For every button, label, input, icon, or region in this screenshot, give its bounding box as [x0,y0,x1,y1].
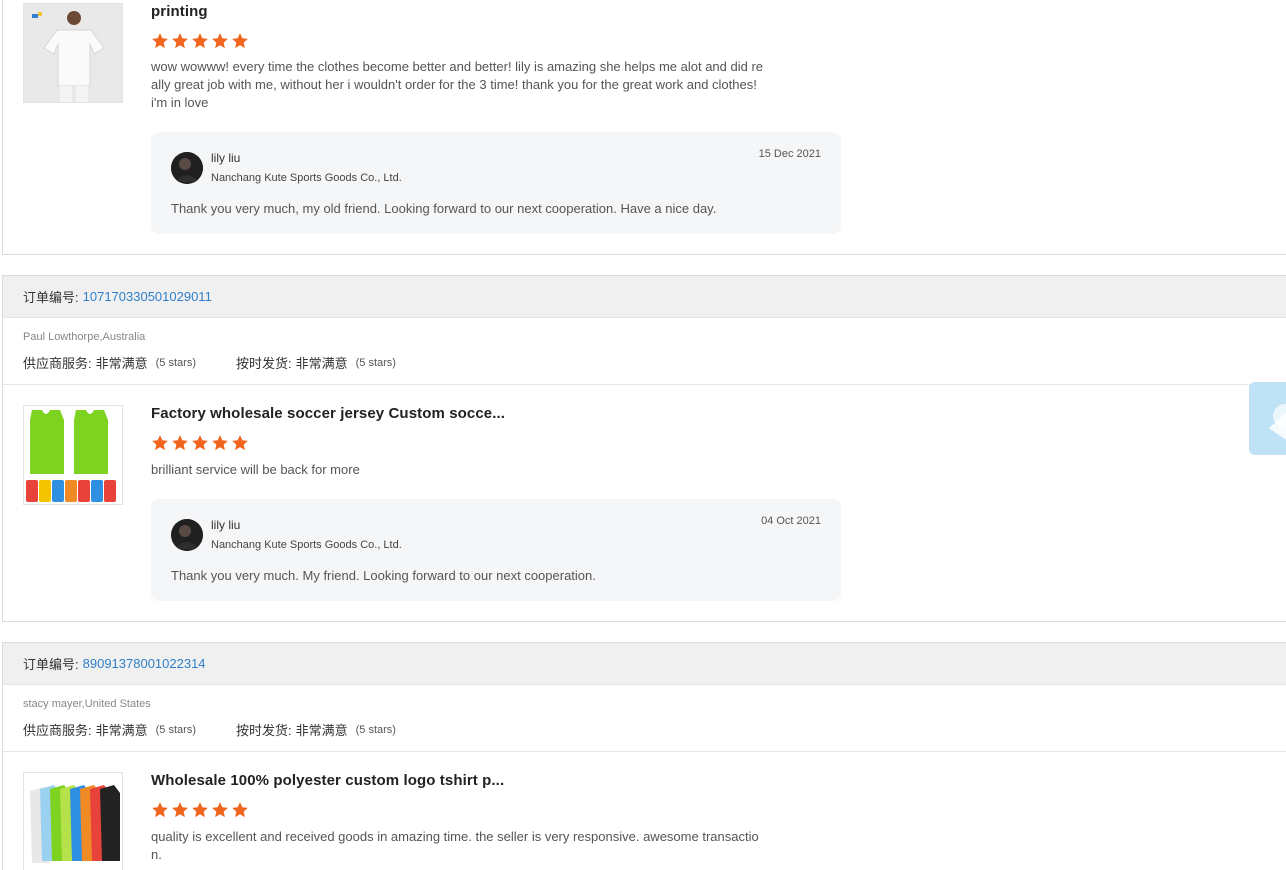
review-card: 订单编号: 89091378001022314 stacy mayer,Unit… [2,642,1286,870]
order-label: 订单编号: [23,290,79,305]
on-time-value: 非常满意 [295,356,348,371]
on-time-stars: (5 stars) [355,723,396,736]
rating-stars [151,801,249,819]
star-icon [172,435,188,451]
white-tshirt-model-image [24,4,122,102]
on-time-stars: (5 stars) [355,356,396,369]
order-label: 订单编号: [23,657,79,672]
star-icon [212,802,228,818]
supplier-service-value: 非常满意 [95,356,148,371]
supplier-service-value: 非常满意 [95,723,148,738]
star-icon [232,33,248,49]
reply-text: Thank you very much. My friend. Looking … [171,568,596,583]
review-card: printing wow wowww! every time the cloth… [2,0,1286,255]
seller-avatar [171,152,203,184]
rating-stars [151,32,249,50]
seller-name: lily liu [211,518,241,532]
product-title[interactable]: Wholesale 100% polyester custom logo tsh… [151,772,504,789]
star-icon [172,33,188,49]
product-title[interactable]: Factory wholesale soccer jersey Custom s… [151,405,505,422]
star-icon [152,802,168,818]
product-title[interactable]: printing [151,3,208,20]
colorful-tshirts-image [24,773,122,870]
star-icon [192,33,208,49]
star-icon [192,435,208,451]
buyer-info: Paul Lowthorpe,Australia 供应商服务: 非常满意 (5 … [3,318,1286,385]
star-icon [212,435,228,451]
seller-reply: lily liu Nanchang Kute Sports Goods Co.,… [151,132,841,234]
star-icon [212,33,228,49]
seller-reply: lily liu Nanchang Kute Sports Goods Co.,… [151,499,841,601]
star-icon [172,802,188,818]
star-icon [192,802,208,818]
buyer-name: stacy mayer,United States [23,698,151,710]
product-thumbnail[interactable] [23,405,123,505]
review-card: 订单编号: 107170330501029011 Paul Lowthorpe,… [2,275,1286,622]
star-icon [232,435,248,451]
seller-company: Nanchang Kute Sports Goods Co., Ltd. [211,172,402,184]
review-comment: wow wowww! every time the clothes become… [151,59,764,110]
product-thumbnail[interactable] [23,3,123,103]
order-ratings: 供应商服务: 非常满意 (5 stars) 按时发货: 非常满意 (5 star… [23,720,1286,739]
seller-company: Nanchang Kute Sports Goods Co., Ltd. [211,539,402,551]
buyer-info: stacy mayer,United States 供应商服务: 非常满意 (5… [3,685,1286,752]
reply-date: 04 Oct 2021 [761,515,821,527]
supplier-service-label: 供应商服务: [23,356,92,371]
star-icon [232,802,248,818]
order-ratings: 供应商服务: 非常满意 (5 stars) 按时发货: 非常满意 (5 star… [23,353,1286,372]
on-time-label: 按时发货: [235,723,292,738]
rating-stars [151,434,249,452]
supplier-service-stars: (5 stars) [155,723,196,736]
on-time-value: 非常满意 [295,723,348,738]
order-header: 订单编号: 89091378001022314 [3,643,1286,685]
review-comment: quality is excellent and received goods … [151,829,759,862]
supplier-service-label: 供应商服务: [23,723,92,738]
on-time-label: 按时发货: [235,356,292,371]
soccer-jersey-image [24,406,122,504]
order-header: 订单编号: 107170330501029011 [3,276,1286,318]
product-thumbnail[interactable] [23,772,123,870]
seller-name: lily liu [211,151,241,165]
order-number-link[interactable]: 89091378001022314 [83,656,206,671]
chat-widget-icon[interactable] [1249,382,1286,455]
star-icon [152,435,168,451]
order-number-link[interactable]: 107170330501029011 [83,289,212,304]
reply-date: 15 Dec 2021 [758,148,821,160]
supplier-service-stars: (5 stars) [155,356,196,369]
star-icon [152,33,168,49]
seller-avatar [171,519,203,551]
buyer-name: Paul Lowthorpe,Australia [23,331,146,343]
reply-text: Thank you very much, my old friend. Look… [171,201,717,216]
review-comment: brilliant service will be back for more [151,462,360,477]
